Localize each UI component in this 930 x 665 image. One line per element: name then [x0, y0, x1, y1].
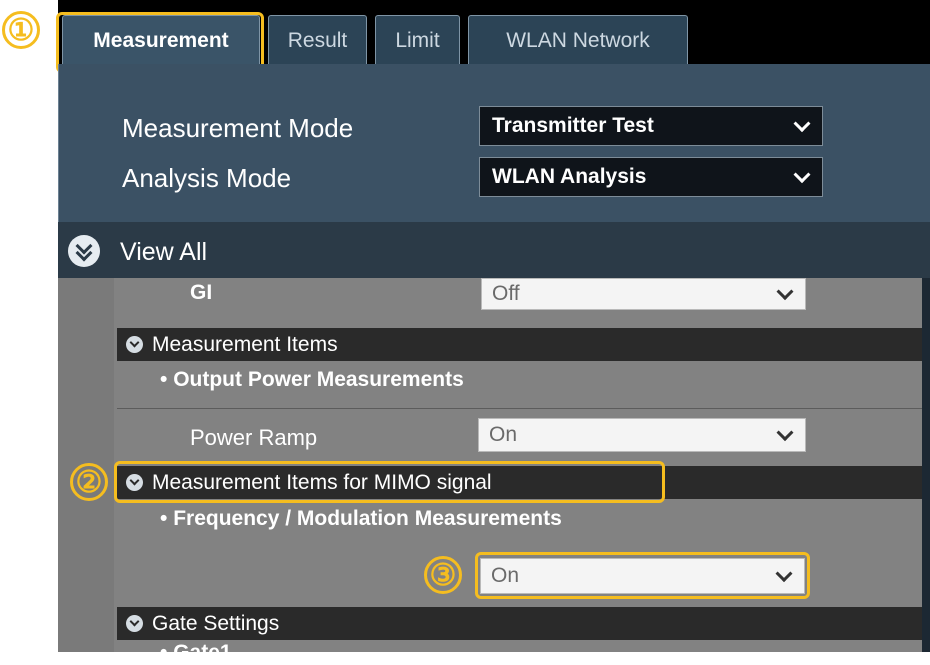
- gate-settings-header[interactable]: Gate Settings: [117, 607, 922, 640]
- callout-1-text: ①: [7, 13, 35, 47]
- freq-mod-label: Frequency / Modulation Measurements: [173, 507, 562, 530]
- callout-2: ②: [70, 463, 108, 501]
- measurement-items-title: Measurement Items: [152, 332, 338, 356]
- callout-1: ①: [2, 11, 40, 49]
- tab-result[interactable]: Result: [268, 15, 367, 65]
- gi-value: Off: [492, 282, 520, 305]
- gate1-heading: • Gate1: [160, 641, 232, 665]
- callout-3-text: ③: [429, 558, 457, 592]
- gi-select[interactable]: Off: [481, 278, 806, 310]
- measurement-items-header[interactable]: Measurement Items: [117, 328, 922, 361]
- chevron-down-icon: [793, 115, 811, 133]
- tab-wlan-network-label: WLAN Network: [506, 28, 650, 52]
- freq-mod-heading: • Frequency / Modulation Measurements: [160, 507, 562, 531]
- callout-3: ③: [424, 556, 462, 594]
- output-power-label: Output Power Measurements: [173, 368, 464, 391]
- analysis-mode-label: Analysis Mode: [122, 163, 292, 193]
- output-power-heading: • Output Power Measurements: [160, 368, 464, 392]
- chevron-down-icon: [776, 283, 794, 301]
- collapse-icon: [126, 336, 143, 353]
- callout-2-text: ②: [75, 465, 103, 499]
- measurement-mode-label: Measurement Mode: [122, 113, 354, 143]
- power-ramp-select[interactable]: On: [478, 418, 806, 452]
- tab-limit[interactable]: Limit: [375, 15, 460, 65]
- measurement-mode-select[interactable]: Transmitter Test: [479, 106, 823, 146]
- measurement-mode-value: Transmitter Test: [492, 114, 654, 137]
- tab-limit-label: Limit: [395, 28, 440, 52]
- gate1-label: Gate1: [173, 641, 232, 664]
- analysis-mode-select[interactable]: WLAN Analysis: [479, 157, 823, 197]
- tab-wlan-network[interactable]: WLAN Network: [468, 15, 688, 65]
- analysis-mode-value: WLAN Analysis: [492, 165, 647, 188]
- chevron-down-icon: [793, 166, 811, 184]
- chevron-down-icon: [776, 424, 794, 442]
- gi-label: GI: [190, 281, 213, 304]
- collapse-all-icon[interactable]: [68, 235, 100, 267]
- view-all-label: View All: [120, 238, 208, 266]
- bullet-icon: •: [160, 507, 168, 530]
- callout-2-highlight: [114, 461, 665, 503]
- divider: [117, 408, 922, 409]
- power-ramp-label: Power Ramp: [190, 425, 318, 450]
- tab-result-label: Result: [287, 28, 348, 52]
- gate-settings-title: Gate Settings: [152, 611, 280, 635]
- collapse-icon: [126, 615, 143, 632]
- scrollbar-track[interactable]: [922, 278, 930, 652]
- bullet-icon: •: [160, 641, 168, 664]
- callout-3-highlight: [475, 552, 810, 599]
- bullet-icon: •: [160, 368, 168, 391]
- power-ramp-value: On: [489, 423, 518, 446]
